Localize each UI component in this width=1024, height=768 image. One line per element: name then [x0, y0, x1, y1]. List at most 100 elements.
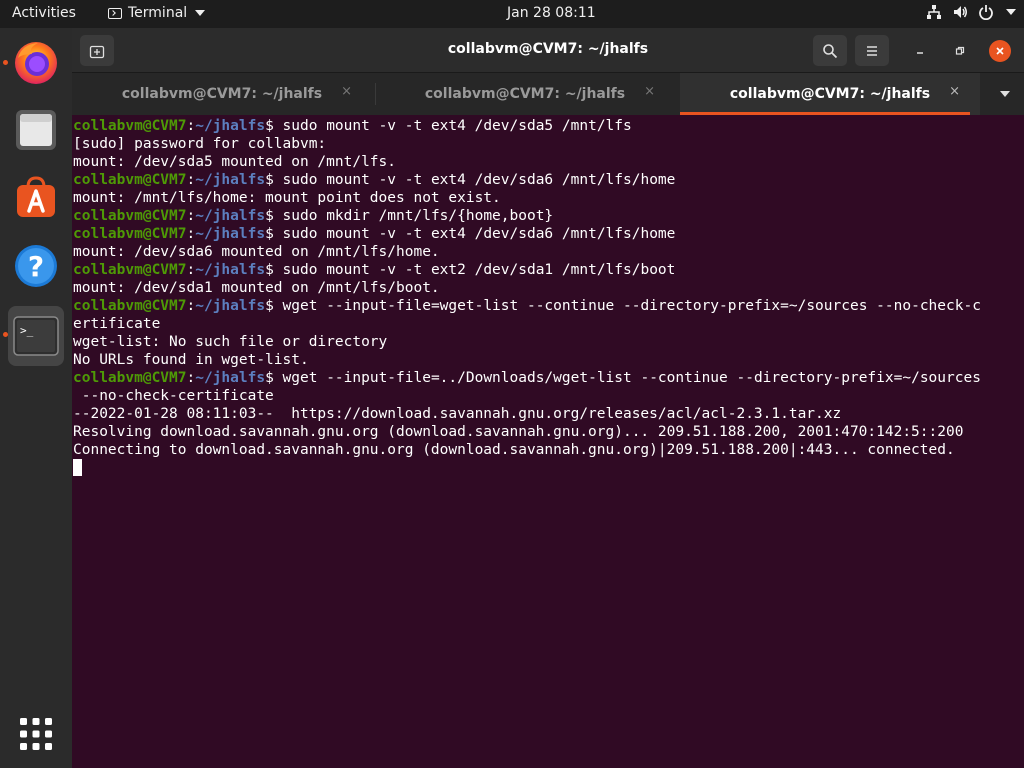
line-text: sudo mkdir /mnt/lfs/{home,boot}	[273, 208, 554, 224]
terminal-output-line: mount: /dev/sda1 mounted on /mnt/lfs/boo…	[73, 279, 1018, 297]
close-button[interactable]	[989, 40, 1011, 62]
line-text: mount: /dev/sda1 mounted on /mnt/lfs/boo…	[73, 280, 440, 296]
tab-close-button[interactable]: ×	[644, 84, 655, 99]
search-icon	[823, 43, 838, 58]
terminal-input-line[interactable]	[73, 459, 1018, 477]
prompt-path: ~/jhalfs	[195, 262, 266, 278]
new-tab-icon	[89, 45, 105, 58]
terminal-output-line: wget-list: No such file or directory	[73, 333, 1018, 351]
line-text: [sudo] password for collabvm:	[73, 136, 327, 152]
line-text: sudo mount -v -t ext4 /dev/sda6 /mnt/lfs…	[273, 226, 676, 242]
prompt-symbol: $	[265, 208, 274, 224]
line-text: mount: /dev/sda6 mounted on /mnt/lfs/hom…	[73, 244, 440, 260]
tab-label: collabvm@CVM7: ~/jhalfs	[729, 86, 931, 102]
search-button[interactable]	[813, 35, 847, 66]
files-icon	[16, 110, 56, 150]
svg-text:>_: >_	[20, 324, 34, 337]
hamburger-menu-icon	[867, 45, 877, 56]
prompt-user: collabvm@CVM7	[73, 298, 187, 314]
terminal-output-line: mount: /mnt/lfs/home: mount point does n…	[73, 189, 1018, 207]
prompt-user: collabvm@CVM7	[73, 208, 187, 224]
prompt-separator: :	[186, 262, 196, 278]
app-menu-button[interactable]: Terminal	[108, 5, 206, 21]
firefox-icon	[15, 42, 57, 84]
line-text: --no-check-certificate	[73, 388, 274, 404]
new-tab-button[interactable]	[80, 35, 114, 66]
show-apps-grid-icon	[20, 718, 52, 750]
clock[interactable]: Jan 28 08:11	[507, 5, 596, 21]
terminal-output[interactable]: collabvm@CVM7:~/jhalfs$ sudo mount -v -t…	[73, 117, 1018, 757]
restore-icon	[955, 46, 965, 55]
tab-close-button[interactable]: ×	[341, 84, 352, 99]
text-cursor	[73, 459, 82, 476]
prompt-path: ~/jhalfs	[195, 226, 266, 242]
prompt-symbol: $	[265, 118, 274, 134]
power-icon[interactable]	[978, 4, 994, 20]
volume-icon[interactable]	[952, 4, 968, 20]
prompt-path: ~/jhalfs	[195, 298, 266, 314]
dock-help[interactable]: ?	[8, 238, 64, 294]
terminal-output-line: ertificate	[73, 315, 1018, 333]
title-bar[interactable]: collabvm@CVM7: ~/jhalfs	[72, 28, 1024, 73]
prompt-user: collabvm@CVM7	[73, 172, 187, 188]
terminal-icon: >_	[13, 316, 59, 356]
tab-label: collabvm@CVM7: ~/jhalfs	[424, 86, 626, 102]
prompt-symbol: $	[265, 262, 274, 278]
close-icon	[996, 47, 1004, 55]
prompt-separator: :	[186, 370, 196, 386]
terminal-command-line: collabvm@CVM7:~/jhalfs$ sudo mount -v -t…	[73, 261, 1018, 279]
active-tab-indicator	[680, 112, 970, 115]
tab-list-dropdown-icon[interactable]	[1000, 91, 1010, 97]
prompt-symbol: $	[265, 226, 274, 242]
prompt-separator: :	[186, 172, 196, 188]
top-bar: Activities Terminal Jan 28 08:11	[0, 0, 1024, 28]
terminal-output-line: [sudo] password for collabvm:	[73, 135, 1018, 153]
line-text: mount: /mnt/lfs/home: mount point does n…	[73, 190, 501, 206]
restore-button[interactable]	[949, 40, 971, 62]
dock-software[interactable]	[8, 170, 64, 226]
tab-1[interactable]: collabvm@CVM7: ~/jhalfs ×	[72, 73, 372, 115]
prompt-user: collabvm@CVM7	[73, 370, 187, 386]
terminal-output-line: mount: /dev/sda6 mounted on /mnt/lfs/hom…	[73, 243, 1018, 261]
tab-label: collabvm@CVM7: ~/jhalfs	[121, 86, 323, 102]
chevron-down-icon	[195, 10, 206, 16]
terminal-command-line: collabvm@CVM7:~/jhalfs$ sudo mount -v -t…	[73, 225, 1018, 243]
tab-2[interactable]: collabvm@CVM7: ~/jhalfs ×	[375, 73, 675, 115]
prompt-separator: :	[186, 298, 196, 314]
minimize-button[interactable]	[909, 40, 931, 62]
line-text: wget-list: No such file or directory	[73, 334, 388, 350]
help-icon: ?	[15, 245, 57, 287]
prompt-separator: :	[186, 208, 196, 224]
system-tray[interactable]	[926, 4, 1016, 20]
line-text: Connecting to download.savannah.gnu.org …	[73, 442, 955, 458]
hamburger-menu-button[interactable]	[855, 35, 889, 66]
prompt-user: collabvm@CVM7	[73, 118, 187, 134]
terminal-output-line: No URLs found in wget-list.	[73, 351, 1018, 369]
terminal-output-line: --2022-01-28 08:11:03-- https://download…	[73, 405, 1018, 423]
dock-terminal[interactable]: >_	[8, 306, 64, 366]
dock-show-apps[interactable]	[8, 706, 64, 762]
line-text: sudo mount -v -t ext4 /dev/sda6 /mnt/lfs…	[273, 172, 676, 188]
activities-button[interactable]: Activities	[12, 5, 76, 21]
terminal-output-line: Connecting to download.savannah.gnu.org …	[73, 441, 1018, 459]
line-text: --2022-01-28 08:11:03-- https://download…	[73, 406, 842, 422]
line-text: wget --input-file=../Downloads/wget-list…	[273, 370, 981, 386]
terminal-command-line: collabvm@CVM7:~/jhalfs$ wget --input-fil…	[73, 369, 1018, 387]
prompt-path: ~/jhalfs	[195, 208, 266, 224]
terminal-command-line: collabvm@CVM7:~/jhalfs$ sudo mount -v -t…	[73, 117, 1018, 135]
terminal-output-line: mount: /dev/sda5 mounted on /mnt/lfs.	[73, 153, 1018, 171]
app-menu-label: Terminal	[128, 5, 188, 21]
line-text: No URLs found in wget-list.	[73, 352, 309, 368]
dock-files[interactable]	[8, 102, 64, 158]
line-text: wget --input-file=wget-list --continue -…	[273, 298, 981, 314]
line-text: sudo mount -v -t ext2 /dev/sda1 /mnt/lfs…	[273, 262, 676, 278]
tab-close-button[interactable]: ×	[949, 84, 960, 99]
chevron-down-icon[interactable]	[1006, 9, 1016, 15]
network-icon[interactable]	[926, 4, 942, 20]
terminal-output-line: --no-check-certificate	[73, 387, 1018, 405]
prompt-symbol: $	[265, 298, 274, 314]
tab-3-active[interactable]: collabvm@CVM7: ~/jhalfs ×	[680, 73, 980, 115]
dock-firefox[interactable]	[8, 34, 64, 90]
prompt-separator: :	[186, 118, 196, 134]
prompt-separator: :	[186, 226, 196, 242]
